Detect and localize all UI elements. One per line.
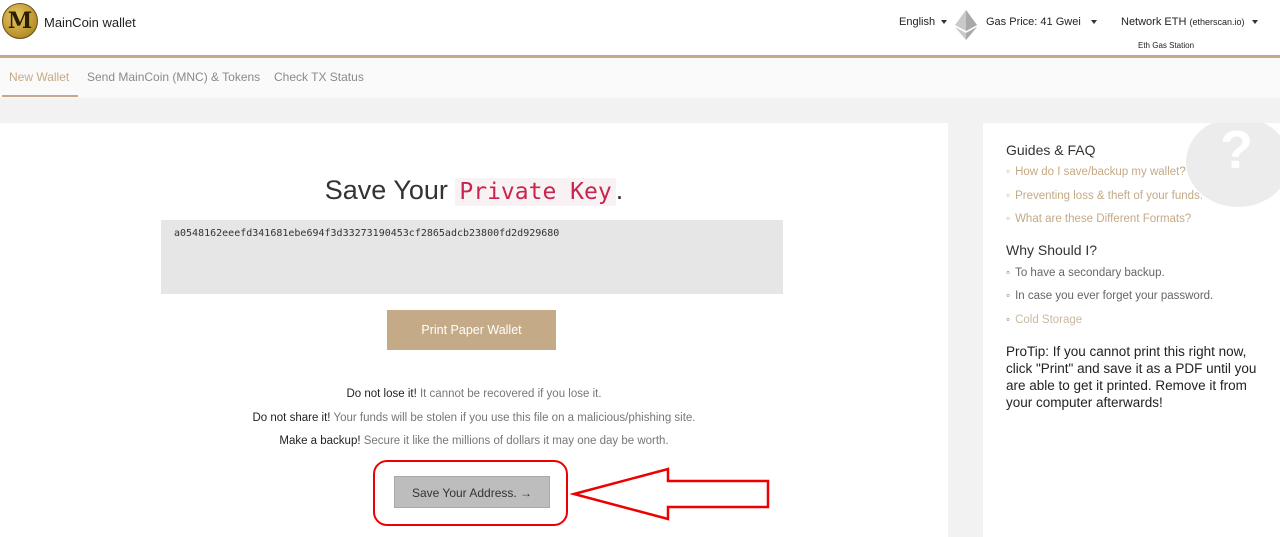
warning-line: Do not lose it! It cannot be recovered i…	[0, 388, 948, 400]
guides-heading: Guides & FAQ	[1006, 142, 1096, 158]
chevron-down-icon	[1251, 20, 1258, 25]
title-suffix: .	[615, 175, 624, 205]
network-source: (etherscan.io)	[1189, 17, 1245, 27]
warning-bold: Do not share it!	[252, 412, 331, 424]
header: M MainCoin wallet English Gas Price: 41 …	[0, 0, 1280, 58]
gas-price-dropdown[interactable]: Gas Price: 41 Gwei	[986, 16, 1097, 28]
warning-bold: Make a backup!	[279, 435, 361, 447]
warning-line: Make a backup! Secure it like the millio…	[0, 435, 948, 447]
guide-link[interactable]: Preventing loss & theft of your funds.	[1006, 190, 1203, 202]
main-nav: New Wallet Send MainCoin (MNC) & Tokens …	[0, 58, 1280, 98]
why-item: To have a secondary backup.	[1006, 267, 1165, 279]
guide-link[interactable]: How do I save/backup my wallet?	[1006, 166, 1186, 178]
network-dropdown[interactable]: Network ETH (etherscan.io)	[1121, 16, 1258, 28]
brand-name[interactable]: MainCoin wallet	[44, 15, 136, 30]
sidebar: ? Guides & FAQ How do I save/backup my w…	[983, 123, 1280, 537]
print-paper-wallet-button[interactable]: Print Paper Wallet	[387, 310, 556, 350]
language-dropdown[interactable]: English	[899, 16, 948, 28]
warning-text: Secure it like the millions of dollars i…	[360, 435, 669, 447]
why-item: In case you ever forget your password.	[1006, 290, 1213, 302]
title-private-key: Private Key	[455, 178, 616, 206]
warning-bold: Do not lose it!	[346, 388, 417, 400]
warning-text: It cannot be recovered if you lose it.	[416, 388, 602, 400]
left-arrow-annotation-icon	[569, 467, 772, 526]
page-title: Save Your Private Key.	[0, 175, 948, 206]
maincoin-logo-icon[interactable]: M	[2, 3, 38, 39]
why-item-link[interactable]: Cold Storage	[1006, 314, 1082, 326]
save-your-address-button[interactable]: Save Your Address. →	[394, 476, 550, 508]
chevron-down-icon	[1090, 20, 1097, 25]
active-tab-indicator	[2, 95, 78, 97]
private-key-textarea[interactable]: a0548162eeefd341681ebe694f3d33273190453c…	[161, 220, 783, 294]
warning-line: Do not share it! Your funds will be stol…	[0, 412, 948, 424]
title-prefix: Save Your	[324, 175, 456, 205]
question-mark-glyph: ?	[1220, 123, 1253, 180]
tab-check-tx-status[interactable]: Check TX Status	[274, 70, 364, 84]
gas-price-label: Gas Price: 41 Gwei	[986, 16, 1081, 28]
chevron-down-icon	[941, 20, 948, 25]
main-panel: Save Your Private Key. a0548162eeefd3416…	[0, 123, 948, 537]
tab-new-wallet[interactable]: New Wallet	[9, 70, 69, 84]
eth-gas-station-link[interactable]: Eth Gas Station	[1138, 41, 1194, 50]
why-heading: Why Should I?	[1006, 242, 1098, 258]
protip-text: ProTip: If you cannot print this right n…	[1006, 344, 1257, 410]
ethereum-icon	[955, 10, 977, 45]
network-label: Network ETH	[1121, 16, 1187, 28]
warning-text: Your funds will be stolen if you use thi…	[330, 412, 696, 424]
language-label: English	[899, 16, 936, 28]
logo-letter: M	[7, 8, 33, 34]
guide-link[interactable]: What are these Different Formats?	[1006, 213, 1191, 225]
tab-send-maincoin[interactable]: Send MainCoin (MNC) & Tokens	[87, 70, 260, 84]
